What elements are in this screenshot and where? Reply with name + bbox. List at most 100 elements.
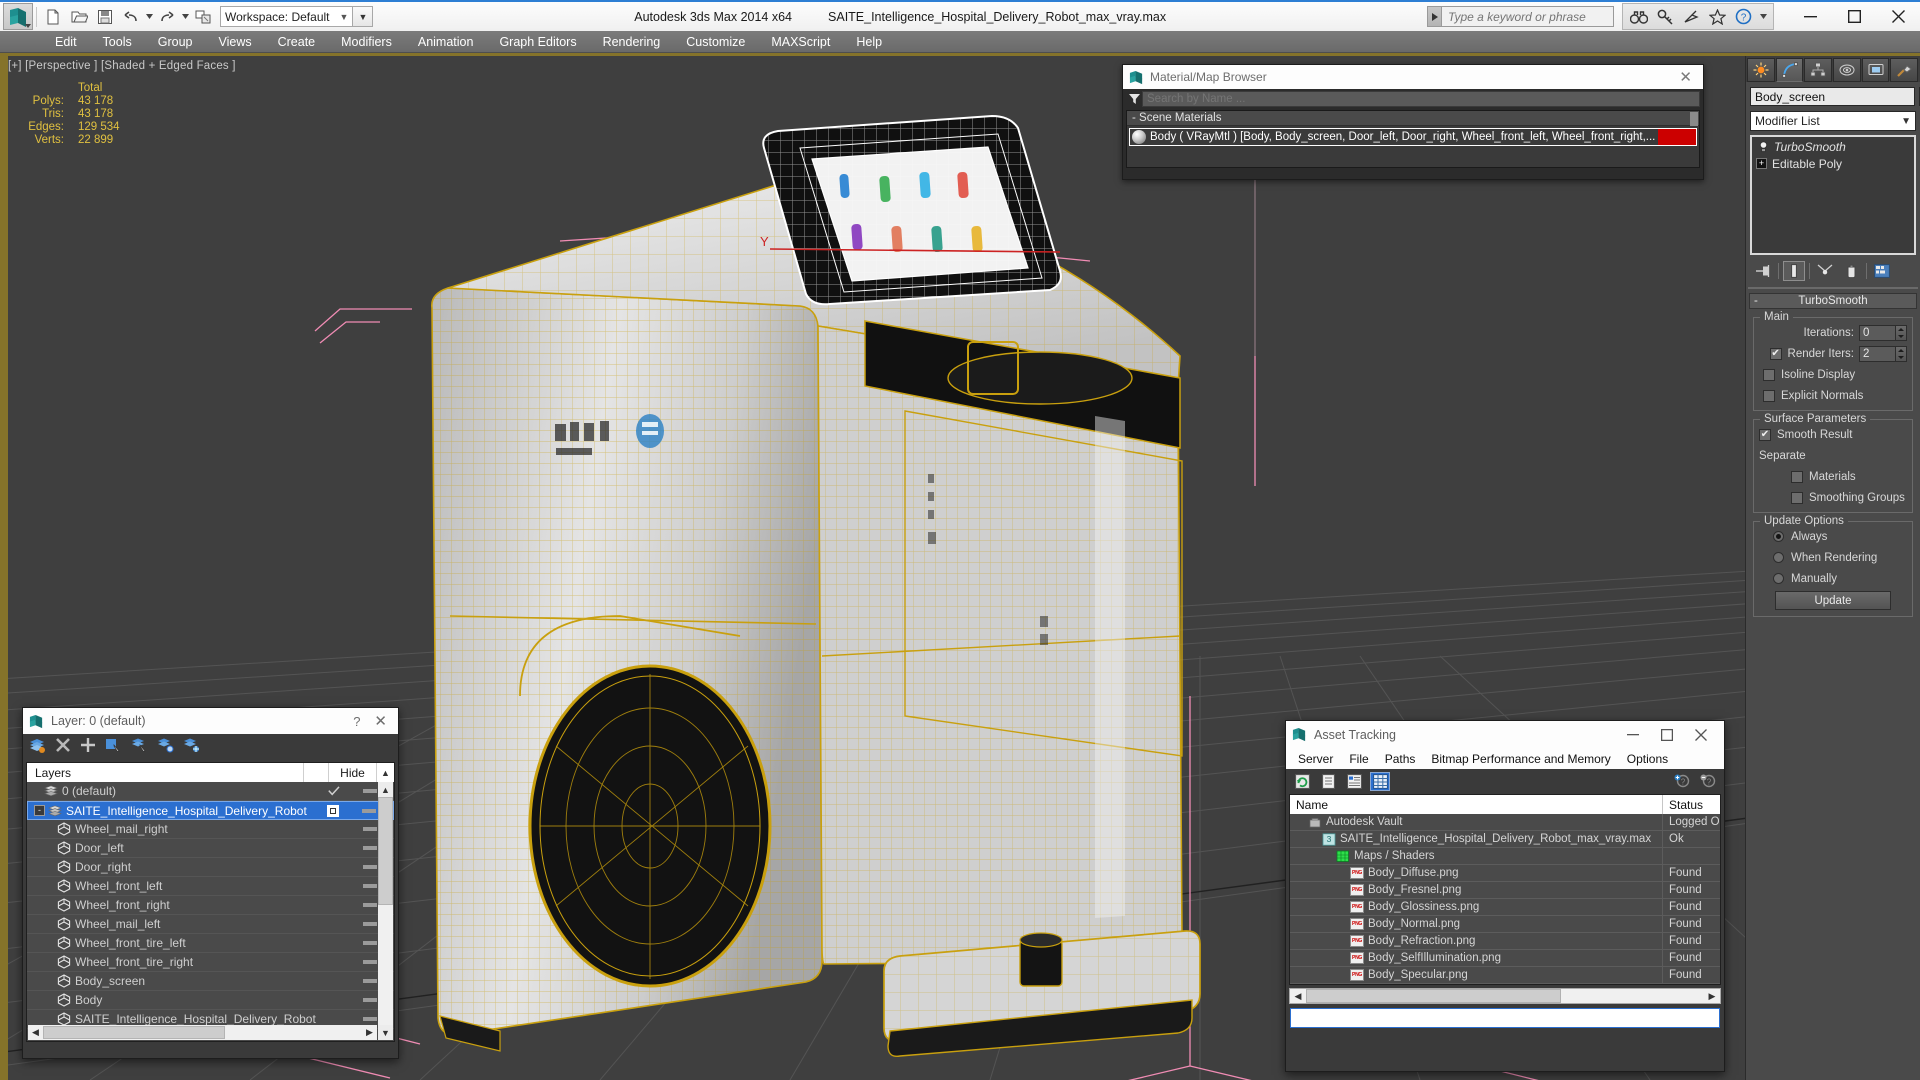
configure-sets-icon[interactable]: [1871, 261, 1893, 281]
help-icon[interactable]: ?: [344, 714, 369, 729]
layer-list-grid[interactable]: Layers Hide ▲ 0 (default) - SAITE_Intellig…: [26, 762, 395, 1042]
hide-unhide-layer-icon[interactable]: [183, 737, 200, 758]
layer-select-cell[interactable]: [320, 804, 345, 817]
hierarchy-tab[interactable]: [1804, 58, 1833, 82]
minimize-button[interactable]: [1788, 2, 1832, 31]
list-view-icon[interactable]: [1318, 772, 1338, 791]
at-menu-paths[interactable]: Paths: [1377, 752, 1424, 766]
asset-row[interactable]: Autodesk Vault Logged O: [1290, 813, 1720, 831]
scroll-up-icon[interactable]: ▲: [377, 768, 394, 778]
material-browser-scrollbar[interactable]: [1690, 112, 1698, 126]
menu-item-customize[interactable]: Customize: [673, 33, 758, 51]
modify-tab[interactable]: [1775, 58, 1804, 82]
update-manually-radio[interactable]: [1773, 573, 1784, 584]
at-menu-server[interactable]: Server: [1290, 752, 1341, 766]
create-tab[interactable]: [1747, 58, 1775, 82]
lightbulb-icon[interactable]: [1756, 140, 1770, 154]
explicit-normals-row[interactable]: Explicit Normals: [1759, 387, 1907, 404]
workspace-selector[interactable]: Workspace: Default ▼: [220, 6, 354, 27]
select-and-link-icon[interactable]: [190, 4, 216, 30]
update-always-radio[interactable]: [1773, 531, 1784, 542]
asset-row[interactable]: Body_Refraction.png Found: [1290, 932, 1720, 950]
scroll-up-button[interactable]: ▲: [378, 782, 393, 797]
undo-dropdown-icon[interactable]: [144, 4, 154, 30]
help-icon[interactable]: ?: [1732, 6, 1754, 28]
asset-row[interactable]: Body_SelfIllumination.png Found: [1290, 949, 1720, 967]
save-file-icon[interactable]: [92, 4, 118, 30]
pin-stack-icon[interactable]: [1752, 261, 1774, 281]
grid-view-icon[interactable]: [1370, 772, 1390, 791]
modifier-stack[interactable]: TurboSmooth + Editable Poly: [1750, 135, 1916, 255]
layer-row[interactable]: Door_right: [27, 858, 394, 877]
at-menu-options[interactable]: Options: [1619, 752, 1676, 766]
search-dropdown-icon[interactable]: [1427, 6, 1442, 27]
menu-item-animation[interactable]: Animation: [405, 33, 487, 51]
menu-item-views[interactable]: Views: [205, 33, 264, 51]
at-menu-file[interactable]: File: [1341, 752, 1376, 766]
select-highlighted-layers-icon[interactable]: [131, 737, 148, 758]
modifier-list-dropdown[interactable]: Modifier List ▼: [1750, 111, 1916, 131]
layer-row[interactable]: Wheel_front_left: [27, 877, 394, 896]
separate-smoothing-groups-checkbox[interactable]: [1791, 491, 1803, 504]
isoline-display-row[interactable]: Isoline Display: [1759, 366, 1907, 383]
close-icon[interactable]: ✕: [1674, 68, 1697, 86]
menu-item-modifiers[interactable]: Modifiers: [328, 33, 405, 51]
satellite-icon[interactable]: [1680, 6, 1702, 28]
asset-row[interactable]: 3 SAITE_Intelligence_Hospital_Delivery_Ro…: [1290, 830, 1720, 848]
asset-row[interactable]: Body_Normal.png Found: [1290, 915, 1720, 933]
menu-item-tools[interactable]: Tools: [90, 33, 145, 51]
smooth-result-row[interactable]: Smooth Result: [1759, 426, 1907, 443]
update-manually-row[interactable]: Manually: [1759, 570, 1907, 587]
explicit-normals-checkbox[interactable]: [1763, 389, 1775, 402]
detail-view-icon[interactable]: [1344, 772, 1364, 791]
render-iters-value[interactable]: 2: [1859, 345, 1896, 362]
asset-row[interactable]: Maps / Shaders: [1290, 847, 1720, 865]
layer-row[interactable]: Wheel_front_right: [27, 896, 394, 915]
asset-list-grid[interactable]: Name Status Autodesk Vault Logged O 3 SAITE…: [1289, 794, 1721, 985]
asset-list-hscrollbar[interactable]: ◀ ▶: [1289, 988, 1721, 1004]
isoline-display-checkbox[interactable]: [1763, 368, 1775, 381]
update-when-rendering-row[interactable]: When Rendering: [1759, 549, 1907, 566]
redo-icon[interactable]: [154, 4, 180, 30]
add-selection-to-layer-icon[interactable]: [80, 737, 96, 758]
render-iters-checkbox[interactable]: [1769, 347, 1782, 360]
binoculars-icon[interactable]: [1628, 6, 1650, 28]
scroll-down-button[interactable]: ▼: [378, 1025, 393, 1040]
layer-row[interactable]: - SAITE_Intelligence_Hospital_Delivery_Ro…: [27, 801, 394, 820]
maximize-button[interactable]: [1832, 2, 1876, 31]
menu-item-edit[interactable]: Edit: [42, 33, 90, 51]
scroll-right-button[interactable]: ▶: [1704, 991, 1720, 1002]
iterations-value[interactable]: 0: [1859, 324, 1896, 341]
plus-box-icon[interactable]: +: [1756, 158, 1767, 169]
undo-icon[interactable]: [118, 4, 144, 30]
turbosmooth-rollout-header[interactable]: - TurboSmooth: [1749, 293, 1917, 309]
scroll-left-button[interactable]: ◀: [28, 1027, 43, 1038]
menu-item-help[interactable]: Help: [843, 33, 895, 51]
display-tab[interactable]: [1861, 58, 1890, 82]
layer-row[interactable]: Wheel_mail_left: [27, 915, 394, 934]
delete-layer-icon[interactable]: [55, 737, 71, 758]
close-button[interactable]: [1684, 723, 1718, 747]
menu-item-create[interactable]: Create: [265, 33, 329, 51]
motion-tab[interactable]: [1833, 58, 1861, 82]
asset-row[interactable]: Body_Glossiness.png Found: [1290, 898, 1720, 916]
filter-funnel-icon[interactable]: [1126, 91, 1142, 107]
scroll-left-button[interactable]: ◀: [1290, 991, 1306, 1002]
scroll-right-button[interactable]: ▶: [362, 1027, 377, 1038]
menu-item-maxscript[interactable]: MAXScript: [758, 33, 843, 51]
scroll-thumb-h[interactable]: [1306, 989, 1561, 1003]
new-file-icon[interactable]: [40, 4, 66, 30]
star-icon[interactable]: [1706, 6, 1728, 28]
close-icon[interactable]: ✕: [369, 712, 392, 730]
separate-smoothing-groups-row[interactable]: Smoothing Groups: [1759, 489, 1907, 506]
vault-login-icon[interactable]: ?: [1672, 772, 1692, 791]
open-file-icon[interactable]: [66, 4, 92, 30]
scroll-thumb[interactable]: [378, 797, 393, 905]
smooth-result-checkbox[interactable]: [1759, 428, 1771, 441]
update-button[interactable]: Update: [1775, 591, 1891, 610]
layer-row[interactable]: Door_left: [27, 839, 394, 858]
create-new-layer-icon[interactable]: [29, 737, 46, 758]
highlight-selected-objects-icon[interactable]: [157, 737, 174, 758]
close-button[interactable]: [1876, 2, 1920, 31]
app-menu-button[interactable]: [3, 3, 33, 30]
